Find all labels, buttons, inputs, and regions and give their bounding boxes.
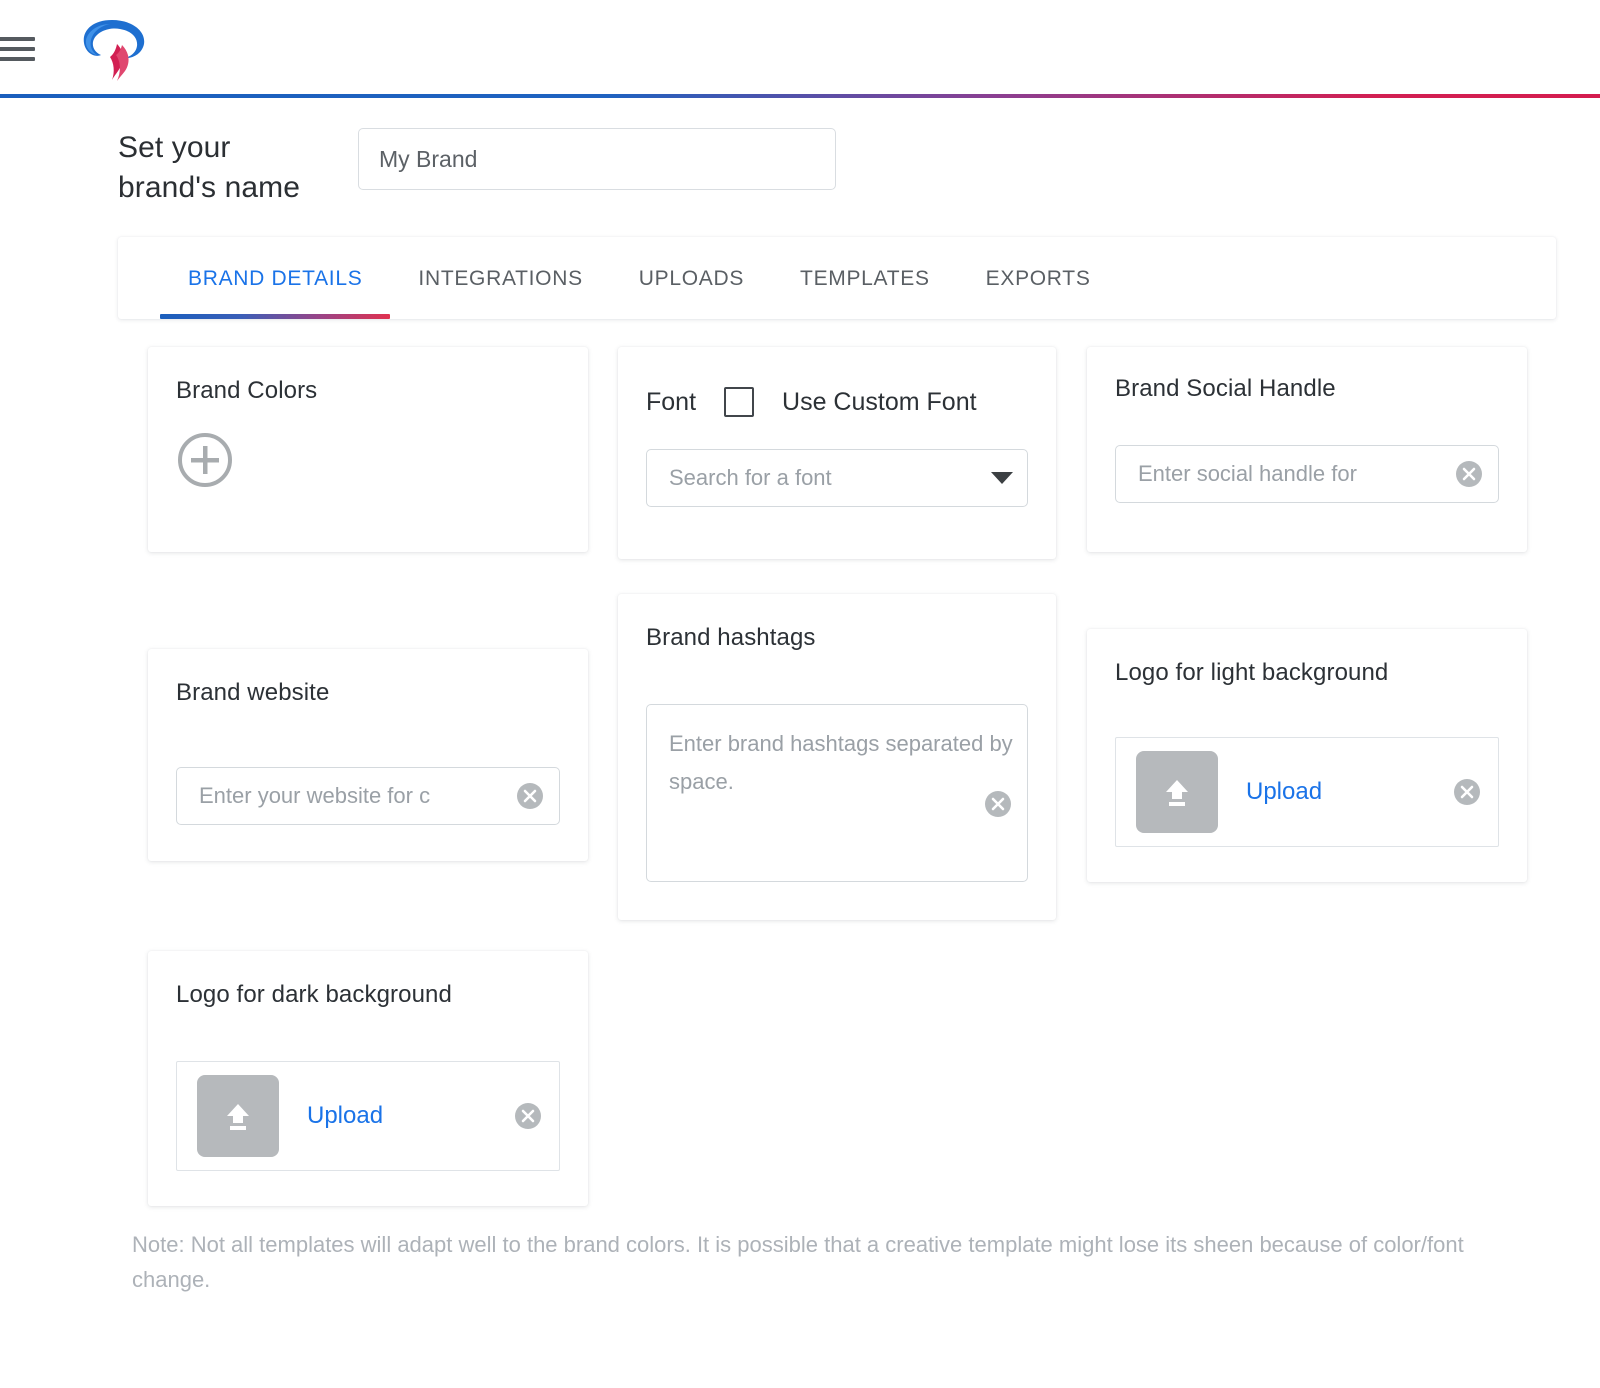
brand-website-placeholder: Enter your website for c: [199, 783, 515, 809]
clear-circle-icon[interactable]: [1454, 459, 1484, 489]
upload-arrow-icon: [1157, 772, 1197, 812]
clear-circle-icon[interactable]: [513, 1101, 543, 1131]
brand-hashtags-title: Brand hashtags: [646, 624, 1028, 652]
brand-website-field[interactable]: Enter your website for c: [176, 767, 560, 825]
use-custom-font-label: Use Custom Font: [782, 388, 977, 417]
brand-social-handle-field[interactable]: Enter social handle for: [1115, 445, 1499, 503]
grid-column-left: Brand Colors Brand website Enter your we…: [148, 347, 588, 1206]
tab-uploads[interactable]: UPLOADS: [639, 239, 744, 318]
brand-name-label-line2: brand's name: [118, 168, 358, 208]
font-search-field[interactable]: Search for a font: [646, 449, 1028, 507]
brand-name-row: Set your brand's name: [0, 98, 1600, 207]
hamburger-bar: [0, 37, 35, 41]
tab-brand-details[interactable]: BRAND DETAILS: [188, 239, 362, 318]
hamburger-bar: [0, 57, 35, 61]
brand-name-label: Set your brand's name: [118, 128, 358, 207]
card-brand-hashtags: Brand hashtags Enter brand hashtags sepa…: [618, 594, 1056, 920]
card-brand-colors: Brand Colors: [148, 347, 588, 552]
logo-dark-upload-link[interactable]: Upload: [307, 1102, 485, 1130]
brand-colors-title: Brand Colors: [176, 377, 560, 405]
logo-dark-upload-box[interactable]: Upload: [176, 1061, 560, 1171]
brand-social-handle-placeholder: Enter social handle for: [1138, 461, 1454, 487]
footer-note: Note: Not all templates will adapt well …: [132, 1227, 1532, 1297]
brand-name-input[interactable]: [358, 128, 836, 190]
card-logo-dark: Logo for dark background Upload: [148, 951, 588, 1206]
tab-bar: BRAND DETAILS INTEGRATIONS UPLOADS TEMPL…: [118, 237, 1556, 319]
brand-hashtags-placeholder: Enter brand hashtags separated by space.: [669, 725, 1013, 801]
brand-website-title: Brand website: [176, 679, 560, 707]
card-brand-social-handle: Brand Social Handle Enter social handle …: [1087, 347, 1527, 552]
upload-arrow-icon: [218, 1096, 258, 1136]
logo-light-upload-thumb[interactable]: [1136, 751, 1218, 833]
brand-social-handle-title: Brand Social Handle: [1115, 375, 1499, 403]
brand-hashtags-field[interactable]: Enter brand hashtags separated by space.: [646, 704, 1028, 882]
logo-light-upload-link[interactable]: Upload: [1246, 778, 1424, 806]
chevron-down-icon[interactable]: [991, 472, 1013, 484]
card-logo-light: Logo for light background Upload: [1087, 629, 1527, 882]
logo-dark-title: Logo for dark background: [176, 981, 560, 1009]
grid-column-right: Brand Social Handle Enter social handle …: [1087, 347, 1527, 882]
font-search-placeholder: Search for a font: [669, 465, 981, 491]
logo-dark-upload-thumb[interactable]: [197, 1075, 279, 1157]
plus-circle-icon[interactable]: [176, 431, 234, 489]
brand-logo-icon[interactable]: [76, 14, 150, 84]
app-header: [0, 0, 1600, 98]
use-custom-font-checkbox[interactable]: [724, 387, 754, 417]
tab-templates[interactable]: TEMPLATES: [800, 239, 930, 318]
card-font: Font Use Custom Font Search for a font: [618, 347, 1056, 559]
logo-light-title: Logo for light background: [1115, 659, 1499, 687]
grid-column-middle: Font Use Custom Font Search for a font B…: [618, 347, 1056, 920]
font-row: Font Use Custom Font: [646, 387, 1028, 417]
logo-light-upload-box[interactable]: Upload: [1115, 737, 1499, 847]
clear-circle-icon[interactable]: [515, 781, 545, 811]
hamburger-bar: [0, 47, 35, 51]
brand-name-label-line1: Set your: [118, 128, 358, 168]
page-body: Set your brand's name BRAND DETAILS INTE…: [0, 98, 1600, 319]
clear-circle-icon[interactable]: [983, 789, 1013, 819]
hamburger-menu-icon[interactable]: [0, 37, 36, 61]
clear-circle-icon[interactable]: [1452, 777, 1482, 807]
font-label: Font: [646, 388, 696, 417]
card-brand-website: Brand website Enter your website for c: [148, 649, 588, 861]
tab-exports[interactable]: EXPORTS: [986, 239, 1091, 318]
tab-integrations[interactable]: INTEGRATIONS: [418, 239, 582, 318]
